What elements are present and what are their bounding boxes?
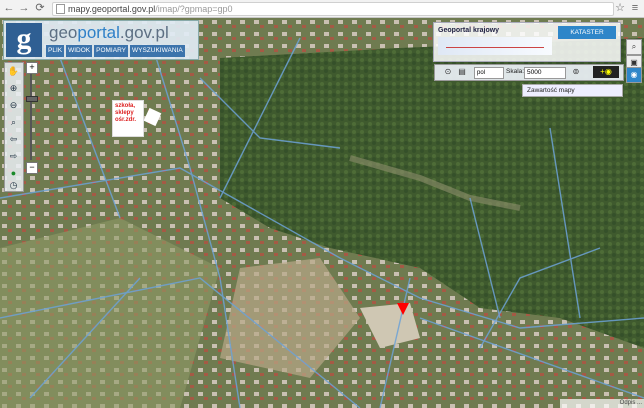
forward-arrow-icon[interactable]: ⇨ [7,150,20,162]
menu-wyszukiwania[interactable]: WYSZUKIWANIA [129,45,185,57]
zoom-in-icon[interactable]: ⊕ [7,82,20,94]
main-menu: PLIK WIDOK POMIARY WYSZUKIWANIA [46,45,185,57]
kataster-button[interactable]: KATASTER [558,26,616,39]
menu-plik[interactable]: PLIK [46,45,65,57]
scale-input[interactable]: 5000 [524,67,566,79]
zoom-minus-button[interactable]: − [26,162,38,174]
zoom-track[interactable] [30,74,32,160]
pan-icon[interactable]: ✋ [7,65,20,77]
eye-icon[interactable]: ◉ [626,67,642,83]
map-toolbar: ⊙ ▤ pol Skala: 5000 ⊚ +◉ [434,64,624,81]
back-arrow-icon[interactable]: ⇦ [7,133,20,145]
reload-icon[interactable]: ⟳ [34,2,46,14]
zoom-knob[interactable] [26,96,38,102]
menu-widok[interactable]: WIDOK [66,45,93,57]
zoom-box-icon[interactable]: ⌕ [7,116,20,128]
star-icon[interactable]: ☆ [614,2,626,14]
location-marker[interactable] [397,303,409,315]
logo[interactable]: g [6,23,42,57]
footer-text: Odpis ... [560,399,644,408]
info-icon[interactable]: ● [7,167,20,179]
geoportal-banner: Geoportal krajowy KATASTER [433,22,621,62]
back-icon[interactable]: ← [3,2,15,14]
page-icon [56,4,65,14]
geoportal-header: g geoportal.gov.pl PLIK WIDOK POMIARY WY… [3,20,199,60]
address-bar[interactable]: mapy.geoportal.gov.pl/imap/?gpmap=gp0 [52,2,614,16]
menu-pomiary[interactable]: POMIARY [94,45,128,57]
print-icon[interactable]: ▤ [457,67,467,77]
left-toolbar: ✋ ⊕ ⊖ ⌕ ⇦ ⇨ ● ◷ [4,62,24,192]
clock-icon[interactable]: ◷ [7,179,20,191]
browser-toolbar: ← → ⟳ mapy.geoportal.gov.pl/imap/?gpmap=… [0,0,644,18]
refresh-icon[interactable]: ⊚ [571,67,581,77]
overview-map[interactable] [438,37,552,55]
school-label: szkoła, sklepy ośr.zdr. [112,100,144,137]
zoom-slider[interactable]: + − [26,62,38,174]
search-icon[interactable]: ⌕ [626,39,642,55]
forward-icon[interactable]: → [18,2,30,14]
help-icon[interactable]: ⊙ [443,67,453,77]
language-select[interactable]: pol [474,67,504,79]
map-contents-panel[interactable]: Zawartość mapy [522,84,623,97]
site-title: geoportal.gov.pl [49,23,169,42]
visibility-button[interactable]: +◉ [593,66,619,78]
zoom-out-icon[interactable]: ⊖ [7,99,20,111]
zoom-plus-button[interactable]: + [26,62,38,74]
menu-icon[interactable]: ≡ [629,2,641,14]
